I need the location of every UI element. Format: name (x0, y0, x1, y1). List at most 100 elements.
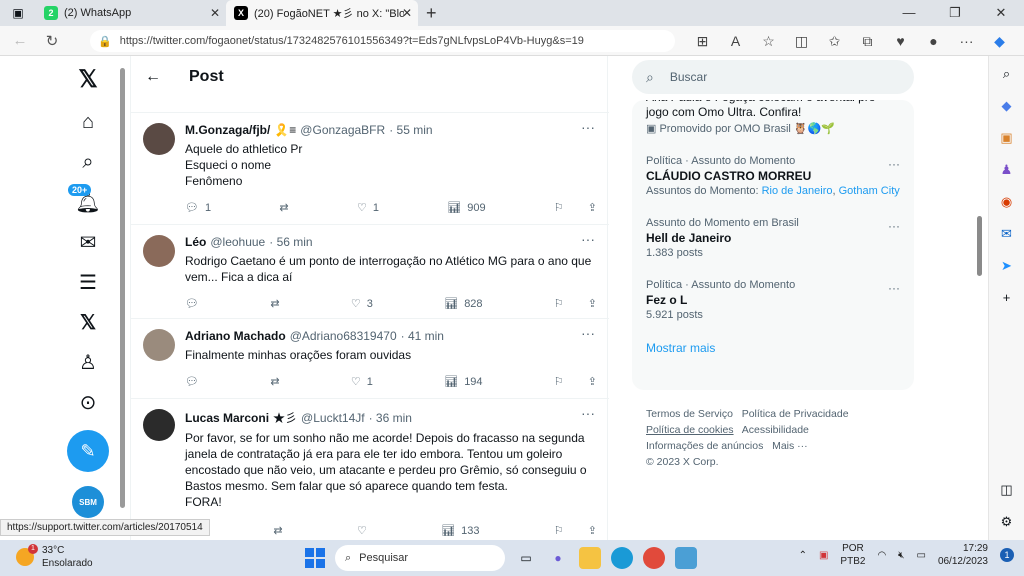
trend-item[interactable]: Política · Assunto do Momento CLÁUDIO CA… (646, 149, 900, 203)
task-view-icon[interactable]: ▭ (515, 547, 537, 569)
more-options-icon[interactable]: ··· (581, 405, 595, 421)
handle[interactable]: @GonzagaBFR (300, 123, 385, 137)
taskbar-search-input[interactable]: ⌕ Pesquisar (335, 545, 505, 571)
avatar[interactable] (143, 235, 175, 267)
privacy-link[interactable]: Política de Privacidade (742, 408, 849, 420)
tab-whatsapp[interactable]: 2 (2) WhatsApp ✕ (36, 0, 226, 26)
search-input[interactable]: ⌕ Buscar (632, 60, 914, 94)
refresh-icon[interactable]: ↻ (36, 32, 68, 50)
handle[interactable]: @Adriano68319470 (290, 329, 397, 343)
repost-button[interactable]: ⇄ (273, 524, 282, 537)
explore-search-icon[interactable]: ⌕ (68, 142, 108, 182)
language-indicator[interactable]: POR PTB2 (840, 542, 865, 568)
page-scrollbar[interactable] (120, 68, 125, 508)
share-icon[interactable]: ⇪ (588, 201, 597, 214)
views-button[interactable]: 📊︎ 909 (447, 201, 485, 215)
like-button[interactable]: ♡ 1 (351, 375, 373, 389)
hide-sidebar-icon[interactable]: ◫ (998, 482, 1016, 500)
chat-icon[interactable]: ● (547, 547, 569, 569)
tray-chevron-icon[interactable]: ⌃ (799, 550, 807, 561)
trend-item[interactable]: Política · Assunto do Momento Fez o L 5.… (646, 273, 900, 327)
tools-icon[interactable]: ▣ (998, 130, 1016, 148)
handle[interactable]: @Luckt14Jf (301, 411, 365, 425)
profile-avatar[interactable]: ● (917, 33, 950, 49)
x-logo-icon[interactable]: 𝕏 (68, 56, 108, 102)
games-icon[interactable]: ♟ (998, 162, 1016, 180)
battery-icon[interactable]: ▭ (916, 550, 925, 561)
app-available-icon[interactable]: ⊞ (686, 33, 719, 50)
bookmark-icon[interactable]: ⚐ (554, 201, 564, 214)
promoted-trend[interactable]: Ana Paula e Fogaça colocam o avental pro… (646, 100, 900, 141)
maximize-button[interactable]: ❐ (932, 0, 978, 26)
chrome-icon[interactable] (643, 547, 665, 569)
bookmark-icon[interactable]: ⚐ (554, 524, 564, 537)
tweet[interactable]: M.Gonzaga/fjb/ 🎗️≡ @GonzagaBFR · 55 min ···… (131, 112, 609, 214)
close-tab-icon[interactable]: ✕ (210, 6, 220, 20)
timestamp[interactable]: · 55 min (389, 123, 432, 137)
trend-item[interactable]: Assunto do Momento em Brasil Hell de Jan… (646, 211, 900, 265)
outlook-icon[interactable]: ✉ (998, 226, 1016, 244)
profile-icon[interactable]: ♙ (68, 342, 108, 382)
handle[interactable]: @leohuue (210, 235, 265, 249)
close-tab-icon[interactable]: ✕ (402, 6, 412, 20)
bookmark-icon[interactable]: ⚐ (554, 375, 564, 388)
more-circle-icon[interactable]: ⊙ (68, 382, 108, 422)
more-options-icon[interactable]: ··· (581, 325, 595, 341)
edge-icon[interactable] (611, 547, 633, 569)
accessibility-link[interactable]: Acessibilidade (742, 424, 809, 436)
send-icon[interactable]: ➤ (998, 258, 1016, 276)
bookmark-icon[interactable]: ⚐ (554, 297, 564, 310)
office-icon[interactable]: ◉ (998, 194, 1016, 212)
avatar[interactable] (143, 329, 175, 361)
compose-post-button[interactable]: ✎ (67, 430, 109, 472)
extensions-icon[interactable]: ♥ (884, 33, 917, 49)
more-menu-icon[interactable]: ··· (950, 33, 983, 49)
repost-button[interactable]: ⇄ (279, 201, 288, 214)
display-name[interactable]: M.Gonzaga/fjb/ (185, 123, 270, 137)
tweet[interactable]: Adriano Machado @Adriano68319470 · 41 min … (131, 318, 609, 398)
right-scrollbar[interactable] (977, 216, 982, 276)
views-button[interactable]: 📊︎ 828 (444, 297, 482, 311)
file-explorer-icon[interactable] (579, 547, 601, 569)
reply-button[interactable]: 💬︎ (185, 375, 199, 388)
display-name[interactable]: Lucas Marconi (185, 411, 269, 425)
new-tab-button[interactable]: + (426, 3, 437, 24)
trend-link[interactable]: Gotham City (839, 185, 900, 197)
weather-widget[interactable]: 1 33°C Ensolarado (16, 544, 93, 570)
more-options-icon[interactable]: ··· (581, 119, 595, 135)
minimize-button[interactable]: — (886, 0, 932, 26)
premium-x-icon[interactable]: 𝕏 (68, 302, 108, 342)
add-sidebar-icon[interactable]: + (998, 290, 1016, 308)
ads-info-link[interactable]: Informações de anúncios (646, 440, 763, 452)
avatar[interactable] (143, 409, 175, 441)
trend-more-icon[interactable]: ··· (888, 281, 900, 295)
reply-button[interactable]: 💬︎ (185, 297, 199, 310)
tweet[interactable]: Léo @leohuue · 56 min ··· Rodrigo Caetano … (131, 224, 609, 318)
tab-actions-icon[interactable]: ▣ (0, 6, 36, 20)
notification-badge[interactable]: 1 (1000, 548, 1014, 562)
favorite-star-icon[interactable]: ☆ (752, 33, 785, 50)
tab-fogaonet[interactable]: X (20) FogãoNET ★彡 no X: "Blog d ✕ (226, 0, 418, 26)
clock[interactable]: 17:29 06/12/2023 (938, 542, 988, 568)
settings-gear-icon[interactable]: ⚙ (998, 514, 1016, 532)
like-button[interactable]: ♡ 3 (351, 297, 373, 311)
notepad-icon[interactable] (675, 547, 697, 569)
share-icon[interactable]: ⇪ (588, 297, 597, 310)
wifi-icon[interactable]: ◠ (877, 550, 886, 561)
views-button[interactable]: 📊︎ 194 (444, 375, 482, 389)
url-field[interactable]: 🔒 https://twitter.com/fogaonet/status/17… (90, 30, 675, 52)
display-name[interactable]: Adriano Machado (185, 329, 286, 343)
windows-start-icon[interactable] (305, 548, 325, 568)
repost-button[interactable]: ⇄ (270, 375, 279, 388)
notifications-icon[interactable]: 🔔︎ 20+ (68, 182, 108, 222)
back-icon[interactable]: ← (4, 32, 36, 49)
lists-icon[interactable]: ☰ (68, 262, 108, 302)
like-button[interactable]: ♡ (357, 524, 367, 537)
home-icon[interactable]: ⌂ (68, 102, 108, 142)
tray-app-icon[interactable]: ▣ (819, 550, 828, 561)
timestamp[interactable]: · 41 min (401, 329, 444, 343)
sidebar-search-icon[interactable]: ⌕ (998, 66, 1016, 84)
split-screen-icon[interactable]: ◫ (785, 33, 818, 50)
close-window-button[interactable]: ✕ (978, 0, 1024, 26)
share-icon[interactable]: ⇪ (588, 524, 597, 537)
